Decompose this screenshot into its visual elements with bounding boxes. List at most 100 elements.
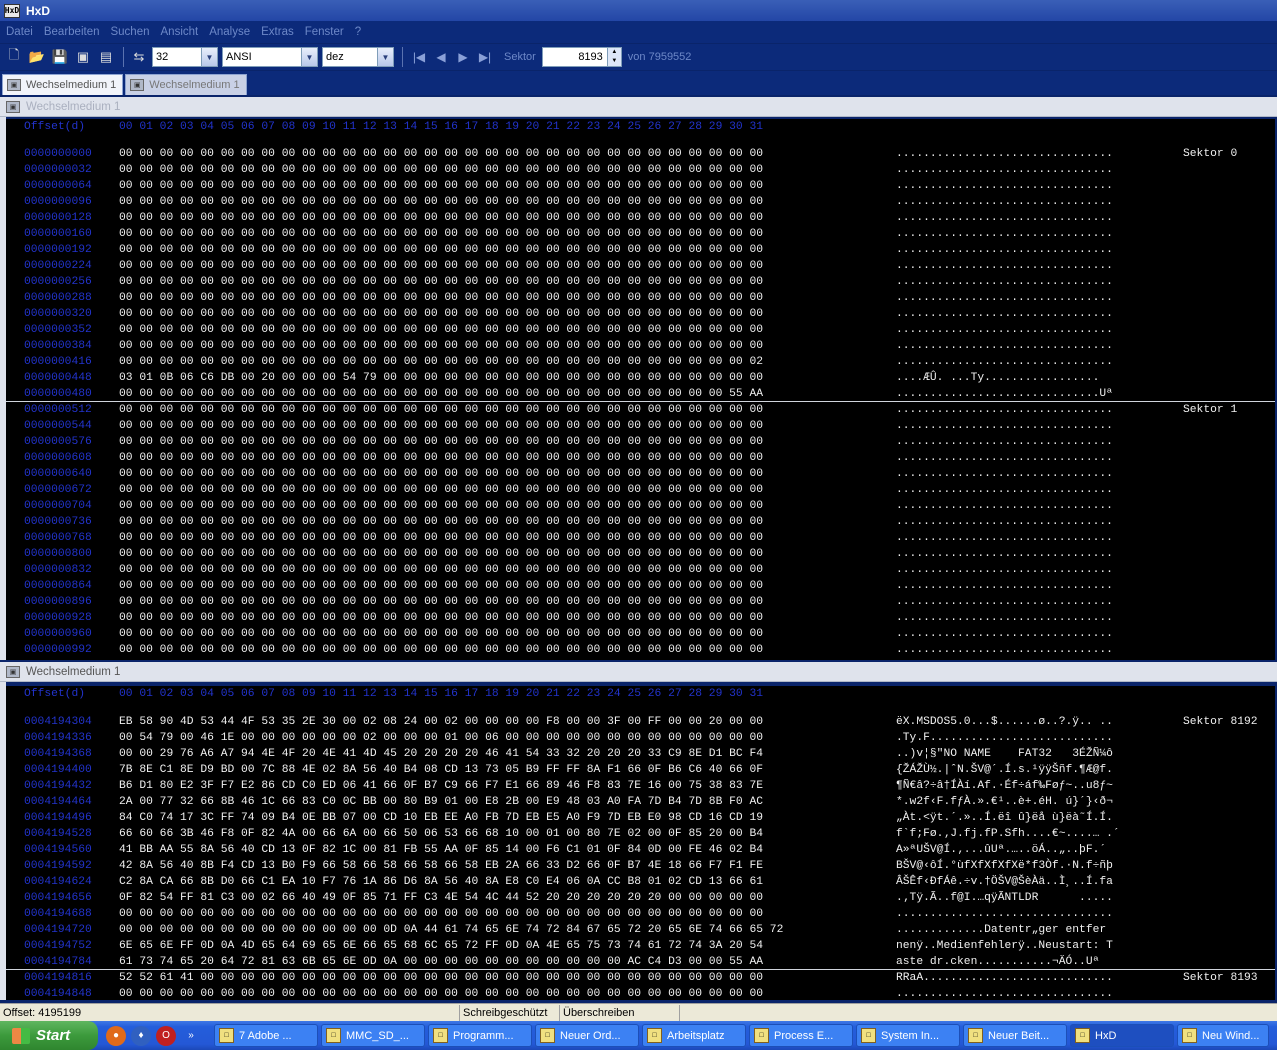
- hex-row[interactable]: 0000000576 00 00 00 00 00 00 00 00 00 00 …: [6, 434, 1275, 450]
- hex-row[interactable]: 0000000960 00 00 00 00 00 00 00 00 00 00 …: [6, 626, 1275, 642]
- new-file-icon[interactable]: 🗋: [4, 47, 24, 67]
- menu-bearbeiten[interactable]: Bearbeiten: [44, 26, 100, 38]
- row-text[interactable]: ....ÆÛ. ...Ty.................: [896, 370, 1099, 386]
- row-hex-bytes[interactable]: 2A 00 77 32 66 8B 46 1C 66 83 C0 0C BB 0…: [119, 794, 763, 810]
- row-hex-bytes[interactable]: 00 00 00 00 00 00 00 00 00 00 00 00 00 0…: [119, 402, 763, 418]
- row-hex-bytes[interactable]: 00 00 00 00 00 00 00 00 00 00 00 00 00 0…: [119, 210, 763, 226]
- chevron-down-icon[interactable]: ▼: [377, 48, 393, 66]
- row-hex-bytes[interactable]: 00 00 00 00 00 00 00 00 00 00 00 00 00 0…: [119, 906, 763, 922]
- menu-fenster[interactable]: Fenster: [305, 26, 344, 38]
- row-text[interactable]: ÂŠÊf‹ÐfÁê.÷v.†ÖŠV@ŠèÀä..Ì¸..Í.fa: [896, 874, 1113, 890]
- row-hex-bytes[interactable]: 00 00 00 00 00 00 00 00 00 00 00 00 00 0…: [119, 242, 763, 258]
- start-button[interactable]: Start: [0, 1021, 98, 1050]
- row-text[interactable]: ................................: [896, 450, 1113, 466]
- next-sector-icon[interactable]: ▶: [452, 50, 474, 64]
- hex-row[interactable]: 0000000480 00 00 00 00 00 00 00 00 00 00 …: [6, 386, 1275, 402]
- sektor-input[interactable]: 8193 ▲ ▼: [541, 47, 622, 67]
- row-hex-bytes[interactable]: 00 00 00 00 00 00 00 00 00 00 00 00 00 0…: [119, 578, 763, 594]
- row-text[interactable]: ................................: [896, 354, 1113, 370]
- row-hex-bytes[interactable]: 00 00 00 00 00 00 00 00 00 00 00 00 00 0…: [119, 450, 763, 466]
- hex-row[interactable]: 0000000384 00 00 00 00 00 00 00 00 00 00 …: [6, 338, 1275, 354]
- row-text[interactable]: ................................: [896, 610, 1113, 626]
- open-disk-icon[interactable]: ▣: [73, 47, 93, 67]
- hex-row[interactable]: 0000000192 00 00 00 00 00 00 00 00 00 00 …: [6, 242, 1275, 258]
- row-text[interactable]: ................................: [896, 194, 1113, 210]
- row-hex-bytes[interactable]: B6 D1 80 E2 3F F7 E2 86 CD C0 ED 06 41 6…: [119, 778, 763, 794]
- row-text[interactable]: ................................: [896, 242, 1113, 258]
- row-hex-bytes[interactable]: 7B 8E C1 8E D9 BD 00 7C 88 4E 02 8A 56 4…: [119, 762, 763, 778]
- row-hex-bytes[interactable]: 00 00 00 00 00 00 00 00 00 00 00 00 00 0…: [119, 466, 763, 482]
- hex-row[interactable]: 0004194752 6E 65 6E FF 0D 0A 4D 65 64 69 …: [6, 938, 1275, 954]
- hex-row[interactable]: 0004194336 00 54 79 00 46 1E 00 00 00 00 …: [6, 730, 1275, 746]
- row-text[interactable]: ................................: [896, 210, 1113, 226]
- taskbar-task[interactable]: □ Neuer Beit...: [963, 1024, 1067, 1047]
- hex-row[interactable]: 0004194464 2A 00 77 32 66 8B 46 1C 66 83 …: [6, 794, 1275, 810]
- hex-row[interactable]: 0000000160 00 00 00 00 00 00 00 00 00 00 …: [6, 226, 1275, 242]
- menu-extras[interactable]: Extras: [261, 26, 294, 38]
- row-hex-bytes[interactable]: 00 00 00 00 00 00 00 00 00 00 00 00 00 0…: [119, 354, 763, 370]
- row-hex-bytes[interactable]: 00 00 00 00 00 00 00 00 00 00 00 00 00 0…: [119, 546, 763, 562]
- prev-sector-icon[interactable]: ◀: [430, 50, 452, 64]
- row-text[interactable]: ................................: [896, 642, 1113, 658]
- row-text[interactable]: ëX.MSDOS5.0...$......ø..?.ÿ.. ..: [896, 714, 1113, 730]
- chevron-down-icon[interactable]: ▼: [301, 48, 317, 66]
- hex-row[interactable]: 0000000704 00 00 00 00 00 00 00 00 00 00 …: [6, 498, 1275, 514]
- hex-row[interactable]: 0004194496 84 C0 74 17 3C FF 74 09 B4 0E …: [6, 810, 1275, 826]
- row-hex-bytes[interactable]: EB 58 90 4D 53 44 4F 53 35 2E 30 00 02 0…: [119, 714, 763, 730]
- hex-row[interactable]: 0000000416 00 00 00 00 00 00 00 00 00 00 …: [6, 354, 1275, 370]
- hex-row[interactable]: 0000000000 00 00 00 00 00 00 00 00 00 00 …: [6, 146, 1275, 162]
- row-hex-bytes[interactable]: 00 00 00 00 00 00 00 00 00 00 00 00 00 0…: [119, 418, 763, 434]
- row-hex-bytes[interactable]: 00 00 00 00 00 00 00 00 00 00 00 00 00 0…: [119, 530, 763, 546]
- app-quicklaunch-icon[interactable]: ♦: [131, 1025, 151, 1046]
- row-hex-bytes[interactable]: 00 00 00 00 00 00 00 00 00 00 00 00 00 0…: [119, 434, 763, 450]
- menu-datei[interactable]: Datei: [6, 26, 33, 38]
- firefox-icon[interactable]: ●: [106, 1025, 126, 1046]
- bytes-per-row-select[interactable]: 32 ▼: [152, 47, 218, 67]
- hex-row[interactable]: 0000000096 00 00 00 00 00 00 00 00 00 00 …: [6, 194, 1275, 210]
- save-icon[interactable]: 💾: [50, 47, 70, 67]
- hex-row[interactable]: 0000000448 03 01 0B 06 C6 DB 00 20 00 00 …: [6, 370, 1275, 386]
- row-text[interactable]: ................................: [896, 162, 1113, 178]
- hex-row[interactable]: 0000000608 00 00 00 00 00 00 00 00 00 00 …: [6, 450, 1275, 466]
- row-text[interactable]: ................................: [896, 338, 1113, 354]
- row-text[interactable]: .‚Tÿ.Ã..f@I.…qÿÃNTLDR .....: [896, 890, 1113, 906]
- row-text[interactable]: A»ªUŠV@Í.‚...ûUª.…..öÁ..„..þF.´: [896, 842, 1106, 858]
- hex-row[interactable]: 0000000032 00 00 00 00 00 00 00 00 00 00 …: [6, 162, 1275, 178]
- hex-row[interactable]: 0004194304 EB 58 90 4D 53 44 4F 53 35 2E …: [6, 714, 1275, 730]
- row-hex-bytes[interactable]: 00 00 29 76 A6 A7 94 4E 4F 20 4E 41 4D 4…: [119, 746, 763, 762]
- hex-row[interactable]: 0004194560 41 BB AA 55 8A 56 40 CD 13 0F …: [6, 842, 1275, 858]
- row-text[interactable]: ¶Ñ€â?÷â†ÍÀí.Af.·Éf÷áf‰Føƒ~..u8ƒ~: [896, 778, 1113, 794]
- hex-row[interactable]: 0000000992 00 00 00 00 00 00 00 00 00 00 …: [6, 642, 1275, 658]
- hex-row[interactable]: 0000000544 00 00 00 00 00 00 00 00 00 00 …: [6, 418, 1275, 434]
- row-text[interactable]: .Ty.F...........................: [896, 730, 1113, 746]
- taskbar-task[interactable]: □ 7 Adobe ...: [214, 1024, 318, 1047]
- row-text[interactable]: ................................: [896, 178, 1113, 194]
- hex-row[interactable]: 0004194720 00 00 00 00 00 00 00 00 00 00 …: [6, 922, 1275, 938]
- row-hex-bytes[interactable]: 41 BB AA 55 8A 56 40 CD 13 0F 82 1C 00 8…: [119, 842, 763, 858]
- row-text[interactable]: ................................: [896, 274, 1113, 290]
- charset-select[interactable]: ANSI ▼: [222, 47, 318, 67]
- row-hex-bytes[interactable]: 84 C0 74 17 3C FF 74 09 B4 0E BB 07 00 C…: [119, 810, 763, 826]
- row-text[interactable]: f`f;Fø.‚J.fj.fP.Sfh....€~....… .´: [896, 826, 1120, 842]
- hex-row[interactable]: 0000000800 00 00 00 00 00 00 00 00 00 00 …: [6, 546, 1275, 562]
- row-text[interactable]: ................................: [896, 434, 1113, 450]
- hex-row[interactable]: 0004194784 61 73 74 65 20 64 72 81 63 6B …: [6, 954, 1275, 970]
- row-text[interactable]: ................................: [896, 626, 1113, 642]
- row-text[interactable]: ................................: [896, 594, 1113, 610]
- row-hex-bytes[interactable]: 00 00 00 00 00 00 00 00 00 00 00 00 00 0…: [119, 594, 763, 610]
- row-text[interactable]: ................................: [896, 226, 1113, 242]
- spin-updown-icon[interactable]: ▲ ▼: [606, 48, 621, 66]
- row-hex-bytes[interactable]: 00 00 00 00 00 00 00 00 00 00 00 00 00 0…: [119, 514, 763, 530]
- hex-row[interactable]: 0000000672 00 00 00 00 00 00 00 00 00 00 …: [6, 482, 1275, 498]
- row-hex-bytes[interactable]: 00 00 00 00 00 00 00 00 00 00 00 00 00 0…: [119, 338, 763, 354]
- row-hex-bytes[interactable]: 00 00 00 00 00 00 00 00 00 00 00 00 00 0…: [119, 922, 783, 938]
- row-text[interactable]: aste dr.cken...........¬ÄÓ..Uª: [896, 954, 1099, 970]
- row-text[interactable]: ................................: [896, 562, 1113, 578]
- row-text[interactable]: {ŽÁŽÙ½.|ˆN.ŠV@´.Í.s.¹ÿÿŠñf.¶Æ@f.: [896, 762, 1113, 778]
- row-text[interactable]: nenÿ..Medienfehlerÿ..Neustart: T: [896, 938, 1113, 954]
- taskbar-task[interactable]: □ Process E...: [749, 1024, 853, 1047]
- row-hex-bytes[interactable]: 03 01 0B 06 C6 DB 00 20 00 00 00 54 79 0…: [119, 370, 763, 386]
- row-hex-bytes[interactable]: 00 00 00 00 00 00 00 00 00 00 00 00 00 0…: [119, 482, 763, 498]
- hex-row[interactable]: 0004194400 7B 8E C1 8E D9 BD 00 7C 88 4E …: [6, 762, 1275, 778]
- row-hex-bytes[interactable]: 00 00 00 00 00 00 00 00 00 00 00 00 00 0…: [119, 274, 763, 290]
